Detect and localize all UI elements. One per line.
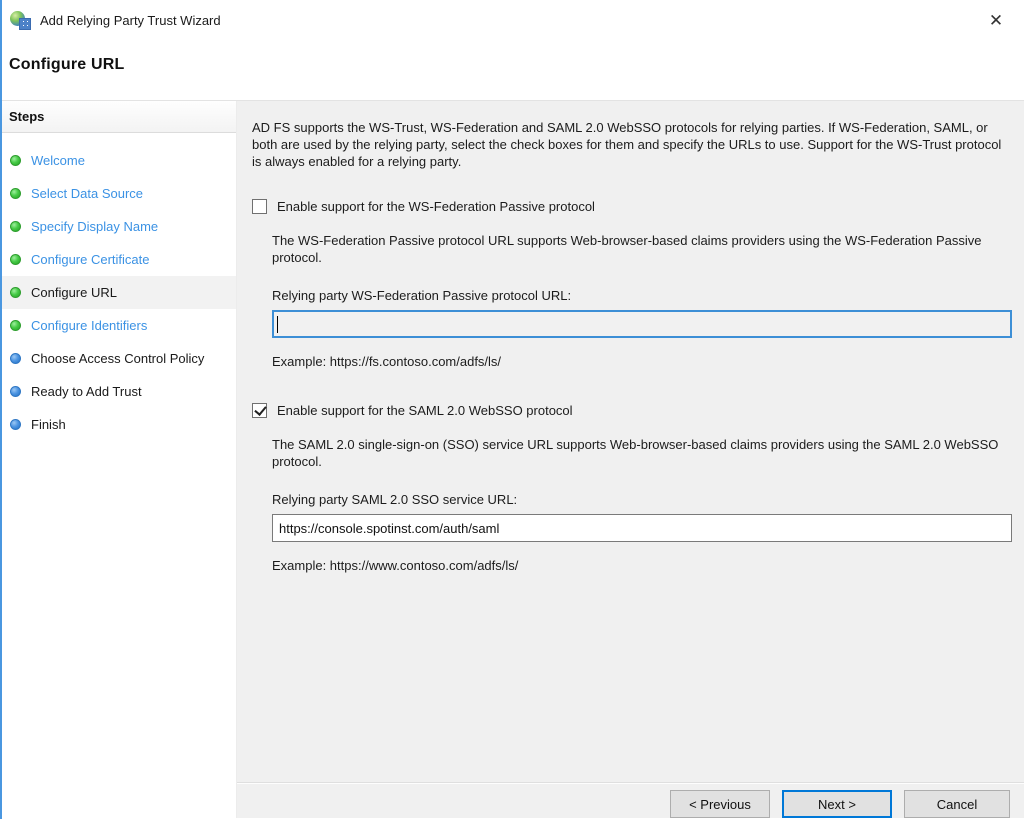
step-upcoming-bullet-icon <box>10 419 21 430</box>
previous-button[interactable]: < Previous <box>670 790 770 818</box>
step-upcoming-bullet-icon <box>10 386 21 397</box>
adfs-app-icon <box>10 11 31 30</box>
wsfed-example-text: Example: https://fs.contoso.com/adfs/ls/ <box>272 353 1012 370</box>
sidebar-item-choose-access-control-policy: Choose Access Control Policy <box>0 342 236 375</box>
step-complete-bullet-icon <box>10 155 21 166</box>
step-complete-bullet-icon <box>10 287 21 298</box>
text-caret <box>277 316 278 333</box>
main-panel: AD FS supports the WS-Trust, WS-Federati… <box>237 101 1024 818</box>
window-left-accent-border <box>0 0 2 819</box>
steps-list: Welcome Select Data Source Specify Displ… <box>0 133 236 441</box>
saml-description: The SAML 2.0 single-sign-on (SSO) servic… <box>272 436 1012 470</box>
saml-example-text: Example: https://www.contoso.com/adfs/ls… <box>272 557 1012 574</box>
saml-checkbox[interactable] <box>252 403 267 418</box>
wsfed-checkbox[interactable] <box>252 199 267 214</box>
window-title: Add Relying Party Trust Wizard <box>40 13 221 28</box>
configure-url-content: AD FS supports the WS-Trust, WS-Federati… <box>237 101 1024 782</box>
sidebar-item-specify-display-name[interactable]: Specify Display Name <box>0 210 236 243</box>
step-complete-bullet-icon <box>10 254 21 265</box>
sidebar-item-welcome[interactable]: Welcome <box>0 144 236 177</box>
heading-row: Configure URL <box>0 40 1024 101</box>
steps-sidebar: Steps Welcome Select Data Source Specify… <box>0 101 237 818</box>
sidebar-item-configure-certificate[interactable]: Configure Certificate <box>0 243 236 276</box>
sidebar-item-ready-to-add-trust: Ready to Add Trust <box>0 375 236 408</box>
wsfed-description: The WS-Federation Passive protocol URL s… <box>272 232 1012 266</box>
sidebar-item-finish: Finish <box>0 408 236 441</box>
saml-checkbox-label[interactable]: Enable support for the SAML 2.0 WebSSO p… <box>277 402 573 419</box>
step-upcoming-bullet-icon <box>10 353 21 364</box>
next-button[interactable]: Next > <box>782 790 892 818</box>
sidebar-item-select-data-source[interactable]: Select Data Source <box>0 177 236 210</box>
saml-url-input[interactable] <box>272 514 1012 542</box>
wizard-footer: < Previous Next > Cancel <box>237 782 1024 818</box>
cancel-button[interactable]: Cancel <box>904 790 1010 818</box>
page-title: Configure URL <box>9 56 124 73</box>
step-complete-bullet-icon <box>10 320 21 331</box>
step-complete-bullet-icon <box>10 188 21 199</box>
step-complete-bullet-icon <box>10 221 21 232</box>
intro-text: AD FS supports the WS-Trust, WS-Federati… <box>252 119 1012 170</box>
sidebar-item-configure-url-current[interactable]: Configure URL <box>0 276 236 309</box>
wsfed-url-input[interactable] <box>272 310 1012 338</box>
close-icon[interactable]: ✕ <box>984 8 1008 32</box>
organization-grid-icon <box>19 18 31 30</box>
title-bar: Add Relying Party Trust Wizard ✕ <box>0 0 1024 40</box>
steps-header: Steps <box>0 101 236 133</box>
wsfed-url-label: Relying party WS-Federation Passive prot… <box>272 287 1012 304</box>
wsfed-checkbox-label[interactable]: Enable support for the WS-Federation Pas… <box>277 198 595 215</box>
saml-checkbox-row: Enable support for the SAML 2.0 WebSSO p… <box>252 402 1012 419</box>
sidebar-item-configure-identifiers[interactable]: Configure Identifiers <box>0 309 236 342</box>
wsfed-checkbox-row: Enable support for the WS-Federation Pas… <box>252 198 1012 215</box>
wizard-window: Add Relying Party Trust Wizard ✕ Configu… <box>0 0 1024 819</box>
saml-url-label: Relying party SAML 2.0 SSO service URL: <box>272 491 1012 508</box>
